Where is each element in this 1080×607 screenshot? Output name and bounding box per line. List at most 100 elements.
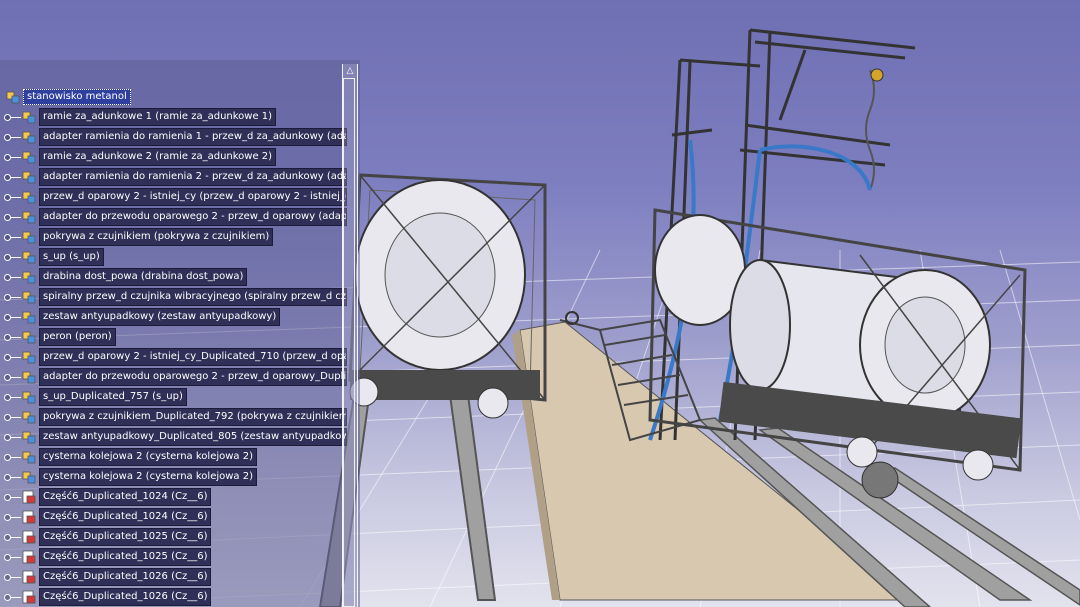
tree-expand-icon[interactable] [0,588,22,606]
tree-item[interactable]: adapter ramienia do ramienia 1 - przew_d… [0,128,347,146]
tree-expand-icon[interactable] [0,528,22,546]
tree-item[interactable]: pokrywa z czujnikiem_Duplicated_792 (pok… [0,408,347,426]
product-icon [22,171,36,184]
tree-item-label: Część6_Duplicated_1025 (Cz__6) [39,548,212,566]
tree-expand-icon[interactable] [0,228,22,246]
tree-item[interactable]: Część6_Duplicated_1026 (Cz__6) [0,568,212,586]
part-icon [22,510,36,524]
product-icon [22,451,36,464]
tree-item-label: Część6_Duplicated_1024 (Cz__6) [39,488,212,506]
tree-item[interactable]: adapter do przewodu oparowego 2 - przew_… [0,368,347,386]
product-icon [22,111,36,124]
tree-item-label: adapter do przewodu oparowego 2 - przew_… [39,208,347,226]
part-icon [22,490,36,504]
tree-item-label: spiralny przew_d czujnika wibracyjnego (… [39,288,347,306]
product-icon [22,271,36,284]
tree-expand-icon[interactable] [0,108,22,126]
tree-item[interactable]: Część6_Duplicated_1025 (Cz__6) [0,528,212,546]
tree-expand-icon[interactable] [0,488,22,506]
tree-item[interactable]: przew_d oparowy 2 - istniej_cy_Duplicate… [0,348,347,366]
product-icon [22,191,36,204]
tree-item[interactable]: adapter ramienia do ramienia 2 - przew_d… [0,168,347,186]
tank-car-left [348,173,547,419]
product-icon [22,231,36,244]
tree-item[interactable]: Część6_Duplicated_1026 (Cz__6) [0,588,212,606]
product-icon [22,411,36,424]
tree-expand-icon[interactable] [0,248,22,266]
tree-item[interactable]: peron (peron) [0,328,116,346]
tree-item-label: drabina dost_powa (drabina dost_powa) [39,268,248,286]
tree-root-label: stanowisko metanol [23,89,131,105]
tree-item[interactable]: zestaw antyupadkowy_Duplicated_805 (zest… [0,428,347,446]
tree-item-label: s_up (s_up) [39,248,104,266]
tree-expand-icon[interactable] [0,188,22,206]
product-icon [6,91,20,104]
tree-expand-icon[interactable] [0,168,22,186]
tree-expand-icon[interactable] [0,388,22,406]
tree-item[interactable]: spiralny przew_d czujnika wibracyjnego (… [0,288,347,306]
tree-item[interactable]: cysterna kolejowa 2 (cysterna kolejowa 2… [0,448,257,466]
tree-item[interactable]: adapter do przewodu oparowego 2 - przew_… [0,208,347,226]
product-icon [22,471,36,484]
tree-expand-icon[interactable] [0,408,22,426]
tree-expand-icon[interactable] [0,148,22,166]
product-icon [22,391,36,404]
product-icon [22,331,36,344]
tree-expand-icon[interactable] [0,568,22,586]
product-icon [22,251,36,264]
product-icon [22,371,36,384]
tree-expand-icon[interactable] [0,508,22,526]
tree-expand-icon[interactable] [0,428,22,446]
tree-expand-icon[interactable] [0,468,22,486]
product-icon [22,291,36,304]
tree-item[interactable]: cysterna kolejowa 2 (cysterna kolejowa 2… [0,468,257,486]
tree-item[interactable]: Część6_Duplicated_1024 (Cz__6) [0,488,212,506]
tree-item[interactable]: zestaw antyupadkowy (zestaw antyupadkowy… [0,308,281,326]
scroll-thumb[interactable] [343,78,355,607]
tree-item[interactable]: przew_d oparowy 2 - istniej_cy (przew_d … [0,188,347,206]
tree-item-label: pokrywa z czujnikiem_Duplicated_792 (pok… [39,408,347,426]
product-icon [22,211,36,224]
tree-item-label: cysterna kolejowa 2 (cysterna kolejowa 2… [39,468,257,486]
tree-item[interactable]: ramie za_adunkowe 1 (ramie za_adunkowe 1… [0,108,277,126]
tree-expand-icon[interactable] [0,348,22,366]
tree-expand-icon[interactable] [0,308,22,326]
tree-item-label: Część6_Duplicated_1026 (Cz__6) [39,568,212,586]
tree-expand-icon[interactable] [0,548,22,566]
tree-scrollbar[interactable]: △ [342,64,358,607]
tree-root[interactable]: stanowisko metanol [0,88,131,106]
tree-item-label: Część6_Duplicated_1025 (Cz__6) [39,528,212,546]
tree-item[interactable]: s_up (s_up) [0,248,104,266]
tree-item-label: ramie za_adunkowe 1 (ramie za_adunkowe 1… [39,108,277,126]
tree-item-label: adapter ramienia do ramienia 2 - przew_d… [39,168,347,186]
tree-expand-icon[interactable] [0,328,22,346]
tree-expand-icon[interactable] [0,268,22,286]
tree-expand-icon[interactable] [0,128,22,146]
product-icon [22,431,36,444]
tree-item-label: cysterna kolejowa 2 (cysterna kolejowa 2… [39,448,257,466]
tree-item[interactable]: ramie za_adunkowe 2 (ramie za_adunkowe 2… [0,148,277,166]
tree-expand-icon[interactable] [0,288,22,306]
tree-item-label: przew_d oparowy 2 - istniej_cy (przew_d … [39,188,347,206]
tree-item[interactable]: Część6_Duplicated_1025 (Cz__6) [0,548,212,566]
part-icon [22,590,36,604]
tree-expand-icon[interactable] [0,368,22,386]
pulley [870,68,884,82]
tree-item-label: adapter ramienia do ramienia 1 - przew_d… [39,128,347,146]
product-icon [22,311,36,324]
tree-item-label: pokrywa z czujnikiem (pokrywa z czujniki… [39,228,274,246]
tree-item[interactable]: s_up_Duplicated_757 (s_up) [0,388,187,406]
tree-item-label: adapter do przewodu oparowego 2 - przew_… [39,368,347,386]
tree-item-label: peron (peron) [39,328,116,346]
tree-expand-icon[interactable] [0,208,22,226]
tree-item[interactable]: pokrywa z czujnikiem (pokrywa z czujniki… [0,228,274,246]
part-icon [22,530,36,544]
tree-item[interactable]: Część6_Duplicated_1024 (Cz__6) [0,508,212,526]
part-icon [22,570,36,584]
tree-expand-icon[interactable] [0,448,22,466]
tree-item-label: zestaw antyupadkowy (zestaw antyupadkowy… [39,308,281,326]
tree-item-label: ramie za_adunkowe 2 (ramie za_adunkowe 2… [39,148,277,166]
tree-item[interactable]: drabina dost_powa (drabina dost_powa) [0,268,248,286]
scroll-up-arrow-icon[interactable]: △ [343,64,357,78]
specification-tree: stanowisko metanol ramie za_adunkowe 1 (… [0,60,360,607]
